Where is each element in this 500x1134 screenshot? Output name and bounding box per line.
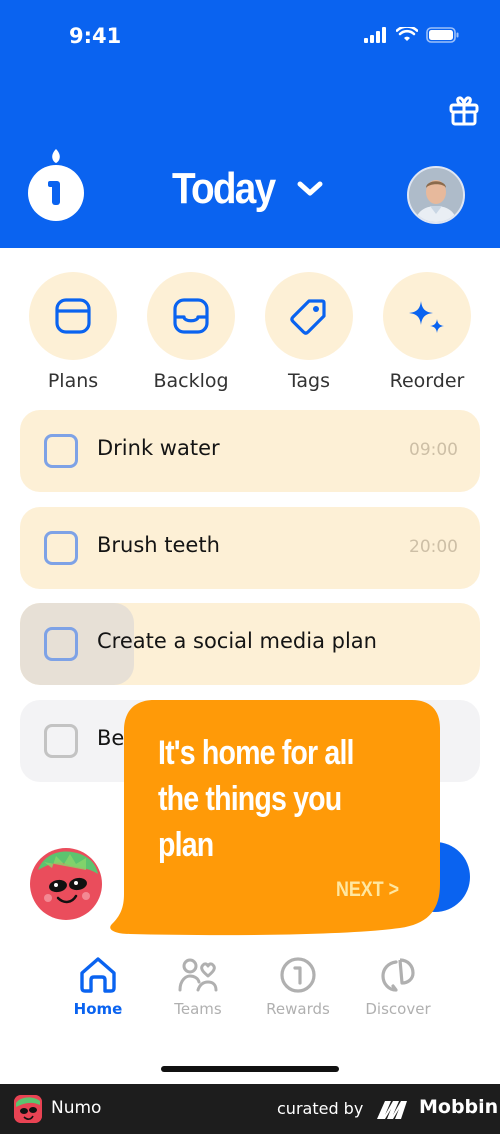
- task-item[interactable]: Drink water 09:00: [20, 410, 480, 492]
- tooltip-line: the things you: [158, 780, 342, 818]
- footer-app-name: Numo: [51, 1098, 102, 1118]
- page-title: Today: [172, 164, 276, 213]
- avatar-photo: [409, 168, 463, 222]
- tab-teams[interactable]: Teams: [148, 956, 248, 1018]
- plans-icon-circle: [29, 272, 117, 360]
- task-item[interactable]: Create a social media plan: [20, 603, 480, 685]
- date-selector[interactable]: Today: [172, 164, 324, 214]
- tab-discover-label: Discover: [365, 1000, 431, 1018]
- tab-rewards[interactable]: Rewards: [248, 956, 348, 1018]
- status-icons: [364, 27, 460, 43]
- calendar-icon: [55, 298, 91, 334]
- status-time: 9:41: [69, 24, 122, 48]
- task-item[interactable]: Brush teeth 20:00: [20, 507, 480, 589]
- tags-button[interactable]: Tags: [250, 272, 368, 392]
- tags-label: Tags: [287, 370, 331, 392]
- tooltip-line: It's home for all: [158, 734, 354, 772]
- task-checkbox[interactable]: [44, 724, 78, 758]
- battery-icon: [426, 27, 459, 43]
- footer-brand: Mobbin: [419, 1096, 499, 1118]
- task-name: Brush teeth: [97, 533, 220, 557]
- tooltip-text: It's home for all the things you plan: [158, 730, 402, 868]
- discover-icon: [381, 958, 415, 992]
- task-time: 09:00: [409, 440, 458, 460]
- inbox-icon: [173, 298, 209, 334]
- tab-rewards-label: Rewards: [266, 1000, 330, 1018]
- chevron-down-icon: [297, 181, 323, 196]
- tooltip-next-button[interactable]: NEXT >: [336, 878, 399, 902]
- app-header: 9:41 Today: [0, 0, 500, 248]
- tags-icon-circle: [265, 272, 353, 360]
- gift-icon[interactable]: [448, 95, 480, 127]
- cellular-signal-icon: [364, 27, 386, 43]
- reorder-button[interactable]: Reorder: [368, 272, 486, 392]
- numo-logo-icon[interactable]: [26, 147, 86, 223]
- numo-app-icon: [14, 1095, 42, 1123]
- backlog-label: Backlog: [153, 370, 229, 392]
- wifi-icon: [396, 27, 418, 41]
- backlog-button[interactable]: Backlog: [132, 272, 250, 392]
- task-checkbox[interactable]: [44, 434, 78, 468]
- quick-actions: Plans Backlog Tags Reorder: [14, 272, 486, 392]
- task-name: Create a social media plan: [97, 629, 377, 653]
- footer-curated-by: curated by: [277, 1099, 364, 1118]
- tab-home[interactable]: Home: [48, 956, 148, 1018]
- mobbin-logo-icon: [377, 1101, 407, 1119]
- profile-avatar[interactable]: [407, 166, 465, 224]
- task-name: Drink water: [97, 436, 220, 460]
- home-icon: [80, 957, 116, 993]
- task-checkbox[interactable]: [44, 531, 78, 565]
- sparkle-icon: [409, 301, 444, 333]
- home-indicator: [161, 1066, 339, 1072]
- bottom-tab-bar: Home Teams Rewards Discover: [48, 956, 448, 1018]
- task-time: 20:00: [409, 537, 458, 557]
- reorder-icon-circle: [383, 272, 471, 360]
- attribution-footer: Numo curated by Mobbin: [0, 1084, 500, 1134]
- tab-discover[interactable]: Discover: [348, 956, 448, 1018]
- tab-teams-label: Teams: [174, 1000, 222, 1018]
- teams-icon: [178, 958, 218, 992]
- plans-button[interactable]: Plans: [14, 272, 132, 392]
- backlog-icon-circle: [147, 272, 235, 360]
- reorder-label: Reorder: [389, 370, 465, 392]
- task-checkbox[interactable]: [44, 627, 78, 661]
- plans-label: Plans: [47, 370, 99, 392]
- rewards-icon: [280, 957, 316, 993]
- tooltip-line: plan: [158, 826, 214, 864]
- mascot-avatar-icon[interactable]: [30, 848, 102, 920]
- tag-icon: [290, 299, 326, 335]
- tab-home-label: Home: [73, 1000, 123, 1018]
